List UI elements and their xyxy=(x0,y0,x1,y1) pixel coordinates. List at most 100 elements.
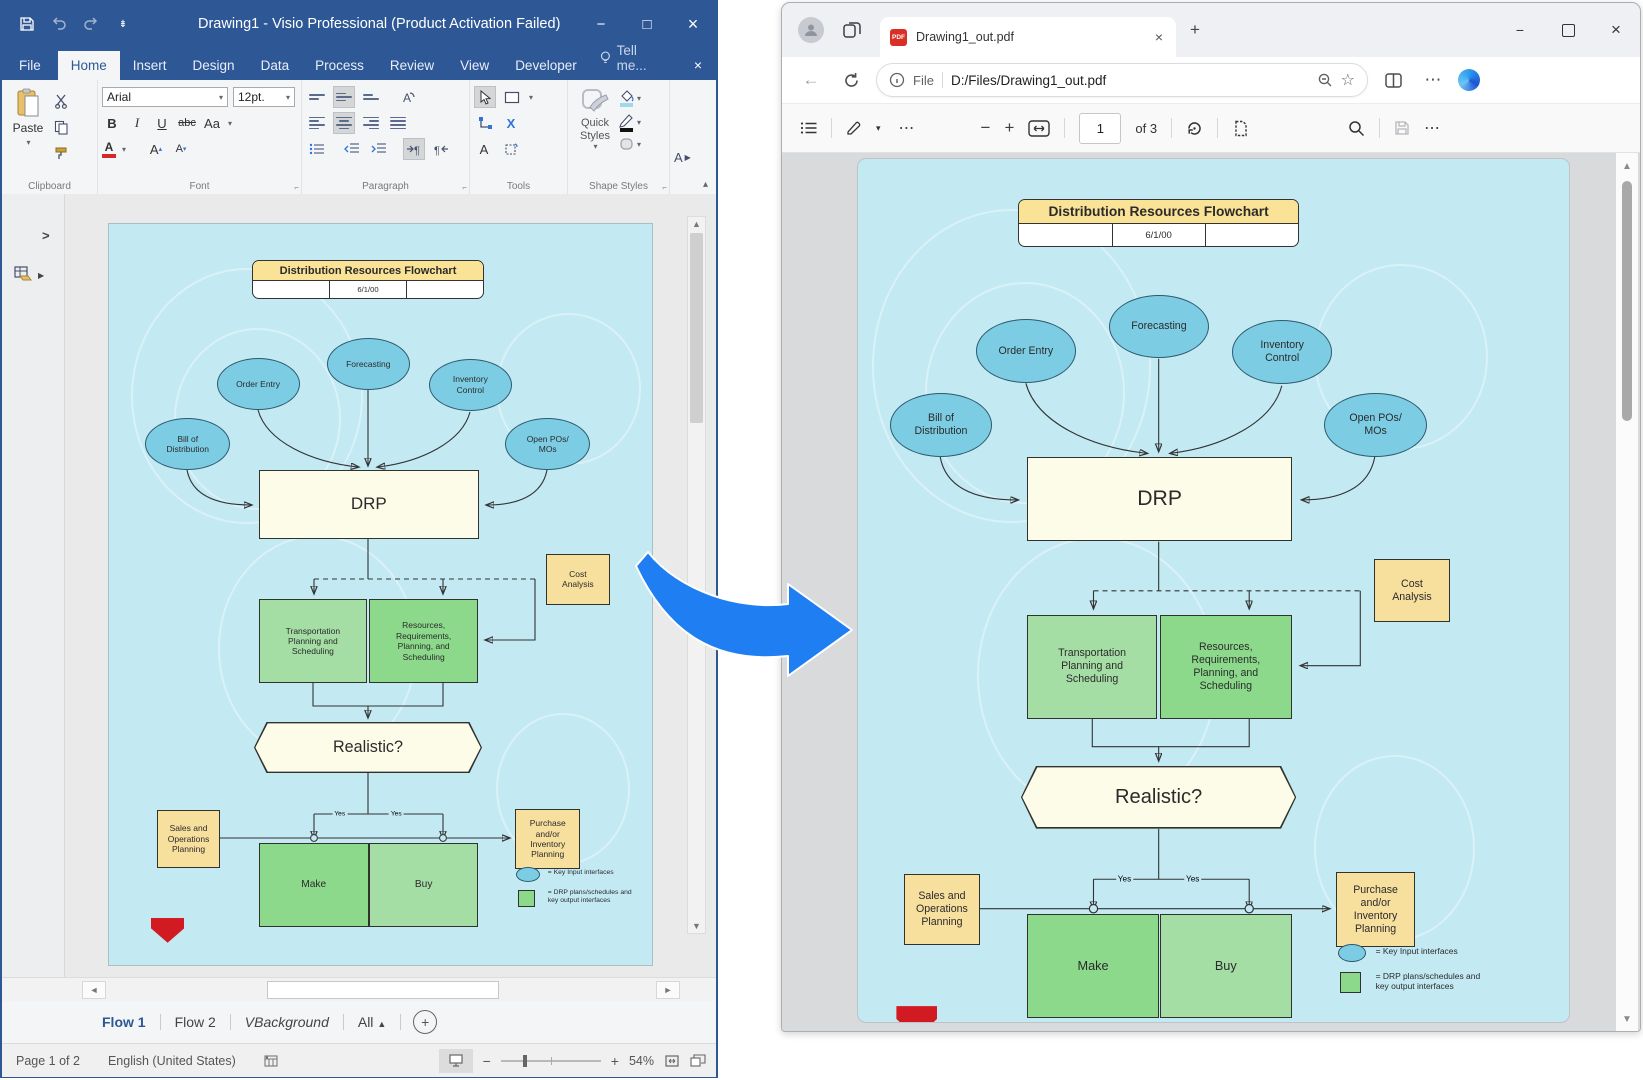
scroll-up-icon[interactable]: ▲ xyxy=(688,219,705,229)
change-case-button[interactable]: Aa xyxy=(202,113,222,133)
text-tool-icon[interactable]: A xyxy=(474,139,494,159)
cut-icon[interactable] xyxy=(50,90,72,112)
pdf-more-options-icon[interactable]: ⋯ xyxy=(1424,118,1440,138)
browser-tab-active[interactable]: PDF Drawing1_out.pdf × xyxy=(880,17,1176,57)
pdf-vertical-scrollbar[interactable]: ▲ ▼ xyxy=(1616,153,1638,1032)
scroll-right-icon[interactable]: ► xyxy=(656,981,680,999)
zoom-slider-thumb[interactable] xyxy=(523,1055,527,1067)
connector-tool-icon[interactable] xyxy=(474,112,496,134)
refresh-icon[interactable] xyxy=(836,65,866,95)
profile-avatar[interactable] xyxy=(798,17,824,43)
zoom-out-page-icon[interactable] xyxy=(1317,72,1333,88)
address-pill[interactable]: File D:/Files/Drawing1_out.pdf ☆ xyxy=(876,63,1368,97)
node-make[interactable]: Make xyxy=(259,843,369,927)
connection-point-tool-icon[interactable]: X xyxy=(501,113,521,133)
node-open-pos-mos[interactable]: Open POs/ MOs xyxy=(505,418,590,470)
save-icon[interactable] xyxy=(18,15,36,33)
tab-home[interactable]: Home xyxy=(58,51,120,80)
toolbar-more-icon[interactable]: ⋯ xyxy=(899,118,915,138)
page-info-icon[interactable] xyxy=(889,72,905,88)
zoom-in-icon[interactable]: + xyxy=(611,1053,619,1069)
table-of-contents-icon[interactable] xyxy=(800,121,817,135)
document-close-icon[interactable]: × xyxy=(680,50,716,80)
fill-color-button[interactable]: ▾ xyxy=(618,88,641,108)
shrink-font-button[interactable]: A▾ xyxy=(171,139,191,159)
horizontal-scrollbar[interactable]: ◄ ► xyxy=(2,977,716,1002)
underline-button[interactable]: U xyxy=(152,113,172,133)
tab-data[interactable]: Data xyxy=(248,51,303,80)
tab-insert[interactable]: Insert xyxy=(120,51,180,80)
vertical-scrollbar-thumb[interactable] xyxy=(690,233,703,423)
status-language[interactable]: English (United States) xyxy=(94,1054,250,1068)
vertical-scrollbar[interactable]: ▲ ▼ xyxy=(687,216,706,934)
text-direction-ltr-icon[interactable]: ¶ xyxy=(403,138,425,160)
scroll-up-icon[interactable]: ▲ xyxy=(1616,161,1638,172)
align-middle-icon[interactable] xyxy=(333,86,355,108)
stencil-icon[interactable]: ▶ xyxy=(14,266,44,284)
grow-font-button[interactable]: A▴ xyxy=(146,139,166,159)
collapse-ribbon-icon[interactable]: ▴ xyxy=(703,179,708,190)
tab-process[interactable]: Process xyxy=(302,51,377,80)
save-icon[interactable] xyxy=(1394,120,1410,136)
text-rotate-icon[interactable]: A xyxy=(397,86,419,108)
increase-indent-icon[interactable] xyxy=(368,138,390,160)
macro-record-icon[interactable] xyxy=(250,1054,293,1067)
node-transportation[interactable]: Transportation Planning and Scheduling xyxy=(259,599,367,683)
pdf-zoom-out-icon[interactable]: − xyxy=(981,118,991,138)
expand-shapes-icon[interactable]: > xyxy=(42,228,50,243)
node-resources[interactable]: Resources, Requirements, Planning, and S… xyxy=(369,599,478,683)
node-cost-analysis[interactable]: Cost Analysis xyxy=(546,554,610,605)
italic-button[interactable]: I xyxy=(127,113,147,133)
page-tab-all[interactable]: All ▲ xyxy=(346,1008,398,1036)
scroll-down-icon[interactable]: ▼ xyxy=(1616,1014,1638,1025)
horizontal-scrollbar-thumb[interactable] xyxy=(267,981,499,999)
node-realistic[interactable]: Realistic? xyxy=(254,722,482,773)
tab-close-icon[interactable]: × xyxy=(1152,29,1166,45)
align-top-icon[interactable] xyxy=(306,86,328,108)
insert-page-button[interactable]: + xyxy=(413,1010,437,1034)
fit-to-width-icon[interactable] xyxy=(1028,120,1050,137)
tell-me-box[interactable]: Tell me... xyxy=(590,36,680,80)
node-purchase[interactable]: Purchase and/or Inventory Planning xyxy=(515,809,580,870)
node-inventory-control[interactable]: Inventory Control xyxy=(429,359,512,411)
node-buy[interactable]: Buy xyxy=(369,843,478,927)
node-sales-ops[interactable]: Sales and Operations Planning xyxy=(157,810,221,868)
align-center-icon[interactable] xyxy=(333,112,355,134)
search-icon[interactable] xyxy=(1348,120,1365,137)
tab-view[interactable]: View xyxy=(447,51,502,80)
presentation-mode-icon[interactable] xyxy=(439,1049,473,1073)
copy-icon[interactable] xyxy=(50,116,72,138)
tab-design[interactable]: Design xyxy=(180,51,248,80)
draw-pen-dropdown-icon[interactable]: ▾ xyxy=(876,123,881,134)
strikethrough-button[interactable]: abc xyxy=(177,113,197,133)
back-icon[interactable]: ← xyxy=(796,65,826,95)
fit-page-icon[interactable] xyxy=(664,1054,680,1068)
align-right-icon[interactable] xyxy=(360,112,382,134)
page-tab-flow1[interactable]: Flow 1 xyxy=(90,1008,158,1036)
text-direction-rtl-icon[interactable]: ¶ xyxy=(430,138,452,160)
workspaces-icon[interactable] xyxy=(842,20,862,40)
justify-icon[interactable] xyxy=(387,112,409,134)
line-color-button[interactable]: ▾ xyxy=(618,112,641,132)
page-tab-flow2[interactable]: Flow 2 xyxy=(163,1008,228,1036)
close-button[interactable]: × xyxy=(1592,12,1640,48)
quick-styles-button[interactable]: Quick Styles ▾ xyxy=(572,84,618,152)
font-size-combobox[interactable]: 12pt. ▾ xyxy=(233,87,295,107)
undo-icon[interactable] xyxy=(50,15,68,33)
switch-windows-icon[interactable] xyxy=(690,1054,706,1068)
node-forecasting[interactable]: Forecasting xyxy=(327,338,410,390)
zoom-out-icon[interactable]: − xyxy=(483,1053,491,1069)
font-name-combobox[interactable]: Arial ▾ xyxy=(102,87,228,107)
rotate-icon[interactable] xyxy=(1186,120,1203,137)
minimize-button[interactable]: − xyxy=(1496,12,1544,48)
tab-file[interactable]: File xyxy=(2,51,58,80)
customize-quick-access-icon[interactable]: ⇟ xyxy=(114,15,132,33)
page-number-input[interactable] xyxy=(1079,113,1121,144)
favorite-star-icon[interactable]: ☆ xyxy=(1341,70,1355,90)
bold-button[interactable]: B xyxy=(102,113,122,133)
url-text[interactable]: D:/Files/Drawing1_out.pdf xyxy=(951,73,1309,88)
draw-pen-icon[interactable] xyxy=(846,120,862,136)
redo-icon[interactable] xyxy=(82,15,100,33)
bullets-icon[interactable] xyxy=(306,138,328,160)
scroll-left-icon[interactable]: ◄ xyxy=(82,981,106,999)
